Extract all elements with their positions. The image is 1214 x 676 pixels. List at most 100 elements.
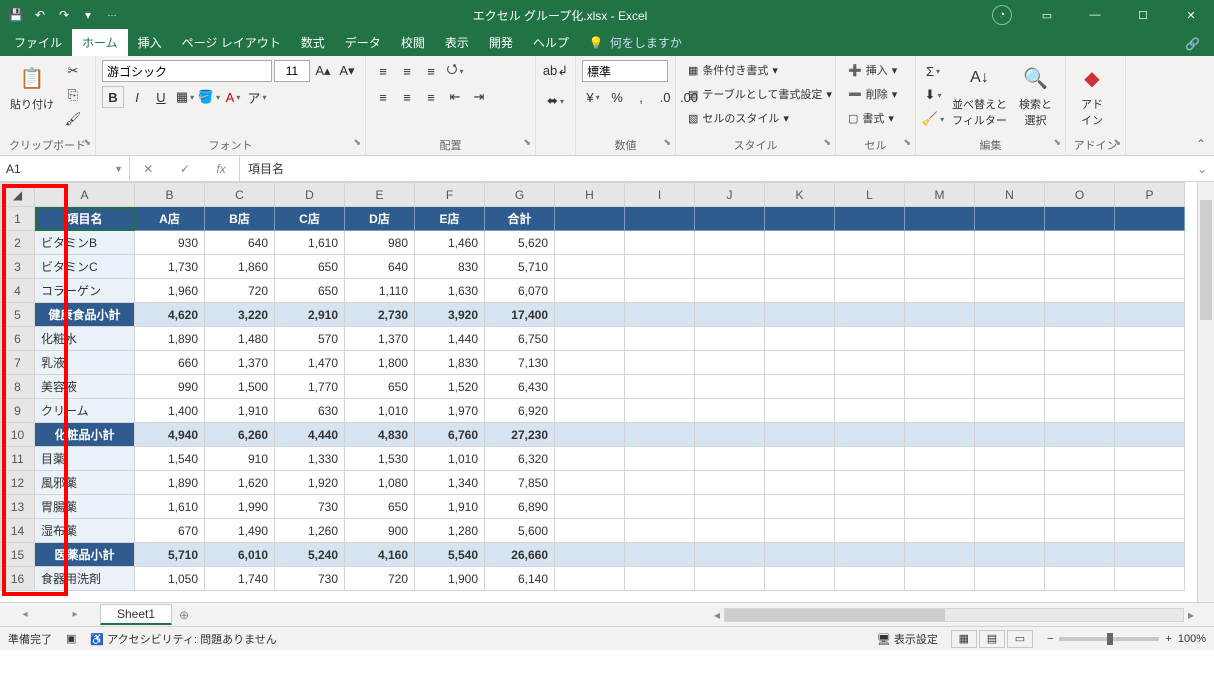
cell-L14[interactable]	[835, 519, 905, 543]
cell-A11[interactable]: 目薬	[35, 447, 135, 471]
cell-C14[interactable]: 1,490	[205, 519, 275, 543]
cell-D5[interactable]: 2,910	[275, 303, 345, 327]
cell-C3[interactable]: 1,860	[205, 255, 275, 279]
cell-O9[interactable]	[1045, 399, 1115, 423]
autosum-icon[interactable]: Σ	[922, 60, 944, 82]
percent-icon[interactable]: %	[606, 86, 628, 108]
cell-C10[interactable]: 6,260	[205, 423, 275, 447]
cell-B13[interactable]: 1,610	[135, 495, 205, 519]
tab-review[interactable]: 校閲	[391, 29, 435, 56]
account-icon[interactable]: ◔	[992, 5, 1012, 25]
cell-E3[interactable]: 640	[345, 255, 415, 279]
cell-A9[interactable]: クリーム	[35, 399, 135, 423]
cell-I7[interactable]	[625, 351, 695, 375]
cell-F5[interactable]: 3,920	[415, 303, 485, 327]
cell-I8[interactable]	[625, 375, 695, 399]
row-header-16[interactable]: 16	[1, 567, 35, 591]
cell-A6[interactable]: 化粧水	[35, 327, 135, 351]
cell-F4[interactable]: 1,630	[415, 279, 485, 303]
display-settings-button[interactable]: 🖥 表示設定	[877, 631, 938, 647]
copy-icon[interactable]: ⎘	[62, 84, 84, 106]
increase-indent-icon[interactable]: ⇥	[468, 86, 490, 108]
cell-F10[interactable]: 6,760	[415, 423, 485, 447]
col-header-D[interactable]: D	[275, 183, 345, 207]
cell-H14[interactable]	[555, 519, 625, 543]
cell-B7[interactable]: 660	[135, 351, 205, 375]
cell-N2[interactable]	[975, 231, 1045, 255]
row-header-13[interactable]: 13	[1, 495, 35, 519]
col-header-K[interactable]: K	[765, 183, 835, 207]
cell-M8[interactable]	[905, 375, 975, 399]
cell-J15[interactable]	[695, 543, 765, 567]
cell-K8[interactable]	[765, 375, 835, 399]
name-box-dropdown-icon[interactable]: ▼	[114, 164, 123, 174]
insert-cells-button[interactable]: ➕挿入▾	[842, 60, 903, 80]
cell-L1[interactable]	[835, 207, 905, 231]
cell-A12[interactable]: 風邪薬	[35, 471, 135, 495]
cell-B4[interactable]: 1,960	[135, 279, 205, 303]
cell-O12[interactable]	[1045, 471, 1115, 495]
cell-F1[interactable]: E店	[415, 207, 485, 231]
cell-I1[interactable]	[625, 207, 695, 231]
maximize-icon[interactable]: ☐	[1120, 0, 1166, 30]
cell-D10[interactable]: 4,440	[275, 423, 345, 447]
cell-B11[interactable]: 1,540	[135, 447, 205, 471]
cell-C15[interactable]: 6,010	[205, 543, 275, 567]
addins-button[interactable]: ◆ アド イン	[1072, 60, 1112, 130]
cell-N16[interactable]	[975, 567, 1045, 591]
cell-K13[interactable]	[765, 495, 835, 519]
cell-B15[interactable]: 5,710	[135, 543, 205, 567]
cell-B6[interactable]: 1,890	[135, 327, 205, 351]
col-header-I[interactable]: I	[625, 183, 695, 207]
cell-C13[interactable]: 1,990	[205, 495, 275, 519]
cell-G16[interactable]: 6,140	[485, 567, 555, 591]
cell-E2[interactable]: 980	[345, 231, 415, 255]
bold-button[interactable]: B	[102, 86, 124, 108]
cell-J1[interactable]	[695, 207, 765, 231]
cell-H8[interactable]	[555, 375, 625, 399]
cell-H3[interactable]	[555, 255, 625, 279]
cell-O6[interactable]	[1045, 327, 1115, 351]
cell-G13[interactable]: 6,890	[485, 495, 555, 519]
align-left-icon[interactable]: ≡	[372, 86, 394, 108]
cell-N9[interactable]	[975, 399, 1045, 423]
view-page-break-icon[interactable]: ▭	[1007, 630, 1033, 648]
orientation-icon[interactable]: ⭯	[444, 60, 466, 82]
cell-A7[interactable]: 乳液	[35, 351, 135, 375]
cell-M7[interactable]	[905, 351, 975, 375]
worksheet-area[interactable]: ◢ABCDEFGHIJKLMNOP1項目名A店B店C店D店E店合計2ビタミンB9…	[0, 182, 1214, 602]
accessibility-status[interactable]: ♿ アクセシビリティ: 問題ありません	[90, 631, 276, 647]
cell-E10[interactable]: 4,830	[345, 423, 415, 447]
cell-E1[interactable]: D店	[345, 207, 415, 231]
cell-D7[interactable]: 1,470	[275, 351, 345, 375]
cell-O8[interactable]	[1045, 375, 1115, 399]
cell-M11[interactable]	[905, 447, 975, 471]
cell-E4[interactable]: 1,110	[345, 279, 415, 303]
cell-D3[interactable]: 650	[275, 255, 345, 279]
cell-M13[interactable]	[905, 495, 975, 519]
cell-K1[interactable]	[765, 207, 835, 231]
cell-N7[interactable]	[975, 351, 1045, 375]
row-header-8[interactable]: 8	[1, 375, 35, 399]
sheet-nav-first-icon[interactable]: ◂	[22, 609, 27, 620]
cell-H9[interactable]	[555, 399, 625, 423]
align-middle-icon[interactable]: ≡	[396, 60, 418, 82]
cell-D9[interactable]: 630	[275, 399, 345, 423]
fill-icon[interactable]: ⬇	[922, 84, 944, 106]
macro-record-icon[interactable]: ▣	[66, 632, 76, 645]
decrease-font-icon[interactable]: A▾	[336, 60, 358, 82]
cell-B12[interactable]: 1,890	[135, 471, 205, 495]
cell-A3[interactable]: ビタミンC	[35, 255, 135, 279]
cell-G14[interactable]: 5,600	[485, 519, 555, 543]
cell-K14[interactable]	[765, 519, 835, 543]
col-header-P[interactable]: P	[1115, 183, 1185, 207]
cell-G2[interactable]: 5,620	[485, 231, 555, 255]
cell-H6[interactable]	[555, 327, 625, 351]
cells-grid[interactable]: ◢ABCDEFGHIJKLMNOP1項目名A店B店C店D店E店合計2ビタミンB9…	[0, 182, 1185, 591]
cell-I2[interactable]	[625, 231, 695, 255]
cell-L2[interactable]	[835, 231, 905, 255]
cell-P7[interactable]	[1115, 351, 1185, 375]
cell-H4[interactable]	[555, 279, 625, 303]
fx-icon[interactable]: fx	[216, 162, 225, 176]
ribbon-display-icon[interactable]: ▭	[1024, 0, 1070, 30]
